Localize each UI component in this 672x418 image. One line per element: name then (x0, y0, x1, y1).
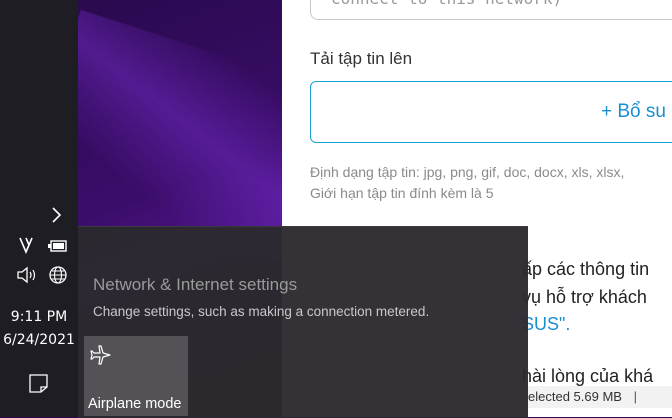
network-settings-subtitle: Change settings, such as making a connec… (93, 304, 430, 319)
battery-icon[interactable] (47, 238, 69, 257)
status-text: elected 5.69 MB (528, 389, 622, 404)
globe-network-icon[interactable] (47, 264, 69, 290)
network-settings-link[interactable]: Network & Internet settings (93, 275, 297, 295)
chevron-right-icon[interactable] (50, 206, 62, 228)
airplane-icon (90, 344, 112, 370)
file-limit-hint: Giới hạn tập tin đính kèm là 5 (310, 185, 494, 201)
file-format-hint: Định dạng tập tin: jpg, png, gif, doc, d… (310, 164, 625, 180)
body-link-line[interactable]: SUS". (522, 314, 570, 335)
airplane-mode-tile[interactable]: Airplane mode (84, 336, 188, 416)
notification-icon[interactable] (28, 372, 50, 398)
clock-time[interactable]: 9:11 PM (0, 309, 78, 325)
v-app-icon[interactable] (18, 236, 38, 258)
status-divider: | (633, 389, 637, 404)
action-center-flyout: Network & Internet settings Change setti… (78, 226, 528, 418)
body-line-1: ấp các thông tin (522, 259, 650, 279)
upload-label: Tải tập tin lên (310, 49, 413, 68)
body-line-4: hài lòng của khá (522, 366, 654, 386)
airplane-mode-label: Airplane mode (88, 396, 182, 412)
volume-icon[interactable] (16, 266, 38, 288)
status-bar: elected 5.69 MB | (528, 386, 672, 408)
add-file-button[interactable]: + Bổ su (310, 81, 672, 143)
clock-date[interactable]: 6/24/2021 (0, 332, 78, 348)
body-line-2: vụ hỗ trợ khách (522, 287, 647, 307)
previous-input-field[interactable]: connect to this network) (310, 0, 672, 20)
taskbar: 9:11 PM 6/24/2021 (0, 0, 78, 417)
